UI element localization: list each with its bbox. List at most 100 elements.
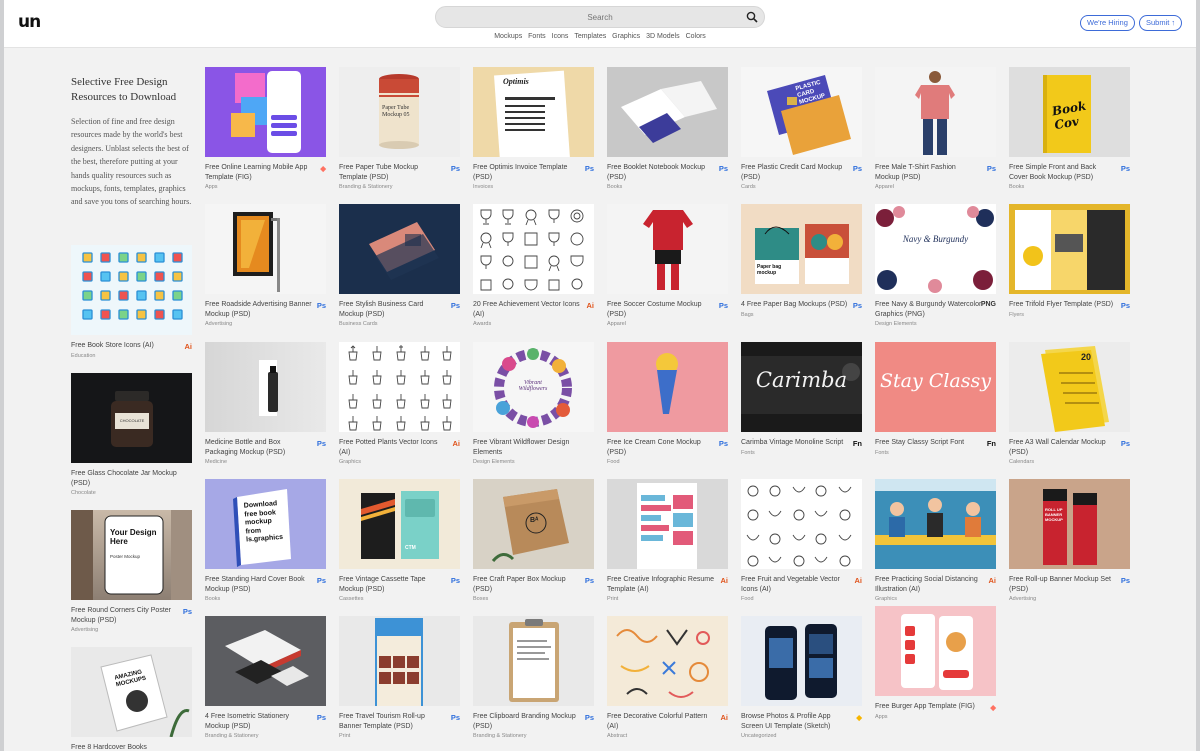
search-input[interactable] xyxy=(436,7,764,28)
card-infographic-resume[interactable]: Free Creative Infographic Resume Templat… xyxy=(607,479,728,602)
card-thumbnail[interactable] xyxy=(607,616,728,706)
card-category[interactable]: Advertising xyxy=(1009,596,1130,602)
card-title[interactable]: Free Decorative Colorful Pattern (AI) xyxy=(607,712,728,731)
card-title[interactable]: Free Plastic Credit Card Mockup (PSD) xyxy=(741,163,862,182)
card-category[interactable]: Chocolate xyxy=(71,490,192,496)
card-title[interactable]: Free Online Learning Mobile App Template… xyxy=(205,163,326,182)
card-thumbnail[interactable] xyxy=(71,245,192,335)
card-category[interactable]: Fonts xyxy=(875,450,996,456)
card-ice-cream-cone[interactable]: Free Ice Cream Cone Mockup (PSD) Food Ps xyxy=(607,342,728,465)
submit-button[interactable]: Submit ↑ xyxy=(1139,15,1183,31)
card-invoice-template[interactable]: Optimis Free Optimis Invoice Template (P… xyxy=(473,67,594,190)
unblast-logo[interactable]: un xyxy=(18,12,41,32)
nav-mockups[interactable]: Mockups xyxy=(494,33,522,40)
card-thumbnail[interactable] xyxy=(875,67,996,157)
sidebar-card-city-poster[interactable]: Your Design Here Poster Mockup Free Roun… xyxy=(71,510,192,633)
card-category[interactable]: Print xyxy=(607,596,728,602)
card-burger-app[interactable]: Free Burger App Template (FIG) Apps ◆ xyxy=(875,606,996,720)
card-thumbnail[interactable] xyxy=(607,204,728,294)
card-thumbnail[interactable]: AMAZING MOCKUPS xyxy=(71,647,192,737)
card-thumbnail[interactable]: Vibrant Wildflowers xyxy=(473,342,594,432)
card-category[interactable]: Uncategorized xyxy=(741,733,862,739)
card-thumbnail[interactable] xyxy=(205,67,326,157)
card-online-learning-app[interactable]: Free Online Learning Mobile App Template… xyxy=(205,67,326,190)
card-category[interactable]: Boxes xyxy=(473,596,594,602)
card-title[interactable]: Free Soccer Costume Mockup (PSD) xyxy=(607,300,728,319)
card-stay-classy-font[interactable]: Stay Classy Free Stay Classy Script Font… xyxy=(875,342,996,456)
card-achievement-icons[interactable]: 20 Free Achievement Vector Icons (AI) Aw… xyxy=(473,204,594,327)
card-profile-app-ui[interactable]: Browse Photos & Profile App Screen UI Te… xyxy=(741,616,862,739)
sidebar-card-book-store-icons[interactable]: Free Book Store Icons (AI) Education Ai xyxy=(71,245,192,359)
card-category[interactable]: Apparel xyxy=(875,184,996,190)
card-title[interactable]: Free Stylish Business Card Mockup (PSD) xyxy=(339,300,460,319)
hiring-button[interactable]: We're Hiring xyxy=(1080,15,1135,31)
card-craft-box[interactable]: Bᴬ Free Craft Paper Box Mockup (PSD) Box… xyxy=(473,479,594,602)
card-thumbnail[interactable] xyxy=(1009,204,1130,294)
card-title[interactable]: Free Roadside Advertising Banner Mockup … xyxy=(205,300,326,319)
card-soccer-costume[interactable]: Free Soccer Costume Mockup (PSD) Apparel… xyxy=(607,204,728,327)
card-decorative-pattern[interactable]: Free Decorative Colorful Pattern (AI) Ab… xyxy=(607,616,728,739)
card-thumbnail[interactable]: Optimis xyxy=(473,67,594,157)
card-plastic-credit-card[interactable]: PLASTIC CARD MOCKUP Free Plastic Credit … xyxy=(741,67,862,190)
card-thumbnail[interactable] xyxy=(741,616,862,706)
card-title[interactable]: 4 Free Paper Bag Mockups (PSD) xyxy=(741,300,862,310)
card-thumbnail[interactable] xyxy=(205,616,326,706)
card-title[interactable]: Free Roll-up Banner Mockup Set (PSD) xyxy=(1009,575,1130,594)
nav-icons[interactable]: Icons xyxy=(552,33,569,40)
card-title[interactable]: Free Creative Infographic Resume Templat… xyxy=(607,575,728,594)
card-wildflower[interactable]: Vibrant Wildflowers Free Vibrant Wildflo… xyxy=(473,342,594,465)
card-isometric-stationery[interactable]: 4 Free Isometric Stationery Mockup (PSD)… xyxy=(205,616,326,739)
card-title[interactable]: Browse Photos & Profile App Screen UI Te… xyxy=(741,712,862,731)
card-title[interactable]: 4 Free Isometric Stationery Mockup (PSD) xyxy=(205,712,326,731)
card-title[interactable]: Free Male T-Shirt Fashion Mockup (PSD) xyxy=(875,163,996,182)
card-medicine-bottle[interactable]: Medicine Bottle and Box Packaging Mockup… xyxy=(205,342,326,465)
card-title[interactable]: Free A3 Wall Calendar Mockup (PSD) xyxy=(1009,438,1130,457)
card-thumbnail[interactable]: Navy & Burgundy xyxy=(875,204,996,294)
card-category[interactable]: Calendars xyxy=(1009,459,1130,465)
sidebar-card-hardcover-books[interactable]: AMAZING MOCKUPS Free 8 Hardcover Books xyxy=(71,647,192,751)
search-bar[interactable] xyxy=(435,6,765,28)
card-thumbnail[interactable] xyxy=(607,342,728,432)
card-title[interactable]: Free Booklet Notebook Mockup (PSD) xyxy=(607,163,728,182)
card-thumbnail[interactable] xyxy=(339,204,460,294)
card-category[interactable]: Invoices xyxy=(473,184,594,190)
card-thumbnail[interactable] xyxy=(205,342,326,432)
card-title[interactable]: Free Travel Tourism Roll-up Banner Templ… xyxy=(339,712,460,731)
card-thumbnail[interactable]: Bᴬ xyxy=(473,479,594,569)
card-thumbnail[interactable]: CHOCOLATE xyxy=(71,373,192,463)
card-category[interactable]: Books xyxy=(607,184,728,190)
card-category[interactable]: Books xyxy=(205,596,326,602)
card-thumbnail[interactable]: CTM xyxy=(339,479,460,569)
card-fruit-vegetable-icons[interactable]: Free Fruit and Vegetable Vector Icons (A… xyxy=(741,479,862,602)
card-title[interactable]: Free Glass Chocolate Jar Mockup (PSD) xyxy=(71,469,192,488)
card-category[interactable]: Design Elements xyxy=(875,321,996,327)
card-thumbnail[interactable]: 20 xyxy=(1009,342,1130,432)
card-carimba-font[interactable]: Carimba Carimba Vintage Monoline Script … xyxy=(741,342,862,456)
card-social-distancing[interactable]: Free Practicing Social Distancing Illust… xyxy=(875,479,996,602)
card-thumbnail[interactable]: Paper Tube Mockup 05 xyxy=(339,67,460,157)
card-roadside-banner[interactable]: Free Roadside Advertising Banner Mockup … xyxy=(205,204,326,327)
nav-graphics[interactable]: Graphics xyxy=(612,33,640,40)
card-booklet-notebook[interactable]: Free Booklet Notebook Mockup (PSD) Books… xyxy=(607,67,728,190)
card-navy-burgundy[interactable]: Navy & Burgundy Free Navy & Burgundy Wat… xyxy=(875,204,996,327)
card-title[interactable]: Free Craft Paper Box Mockup (PSD) xyxy=(473,575,594,594)
card-thumbnail[interactable] xyxy=(741,479,862,569)
card-category[interactable]: Apps xyxy=(205,184,326,190)
card-title[interactable]: Free Round Corners City Poster Mockup (P… xyxy=(71,606,192,625)
card-trifold-flyer[interactable]: Free Trifold Flyer Template (PSD) Flyers… xyxy=(1009,204,1130,318)
card-title[interactable]: Free Vibrant Wildflower Design Elements xyxy=(473,438,594,457)
card-category[interactable]: Graphics xyxy=(339,459,460,465)
card-clipboard-branding[interactable]: Free Clipboard Branding Mockup (PSD) Bra… xyxy=(473,616,594,739)
search-icon[interactable] xyxy=(746,11,758,23)
card-thumbnail[interactable] xyxy=(205,204,326,294)
card-business-card[interactable]: Free Stylish Business Card Mockup (PSD) … xyxy=(339,204,460,327)
card-thumbnail[interactable] xyxy=(473,616,594,706)
card-category[interactable]: Awards xyxy=(473,321,594,327)
card-thumbnail[interactable]: Book Cov xyxy=(1009,67,1130,157)
card-title[interactable]: Free 8 Hardcover Books xyxy=(71,743,192,751)
card-thumbnail[interactable]: ROLL UP BANNER MOCKUP xyxy=(1009,479,1130,569)
card-title[interactable]: Free Paper Tube Mockup Template (PSD) xyxy=(339,163,460,182)
card-category[interactable]: Education xyxy=(71,353,192,359)
card-potted-plants[interactable]: Free Potted Plants Vector Icons (AI) Gra… xyxy=(339,342,460,465)
card-title[interactable]: Free Standing Hard Cover Book Mockup (PS… xyxy=(205,575,326,594)
